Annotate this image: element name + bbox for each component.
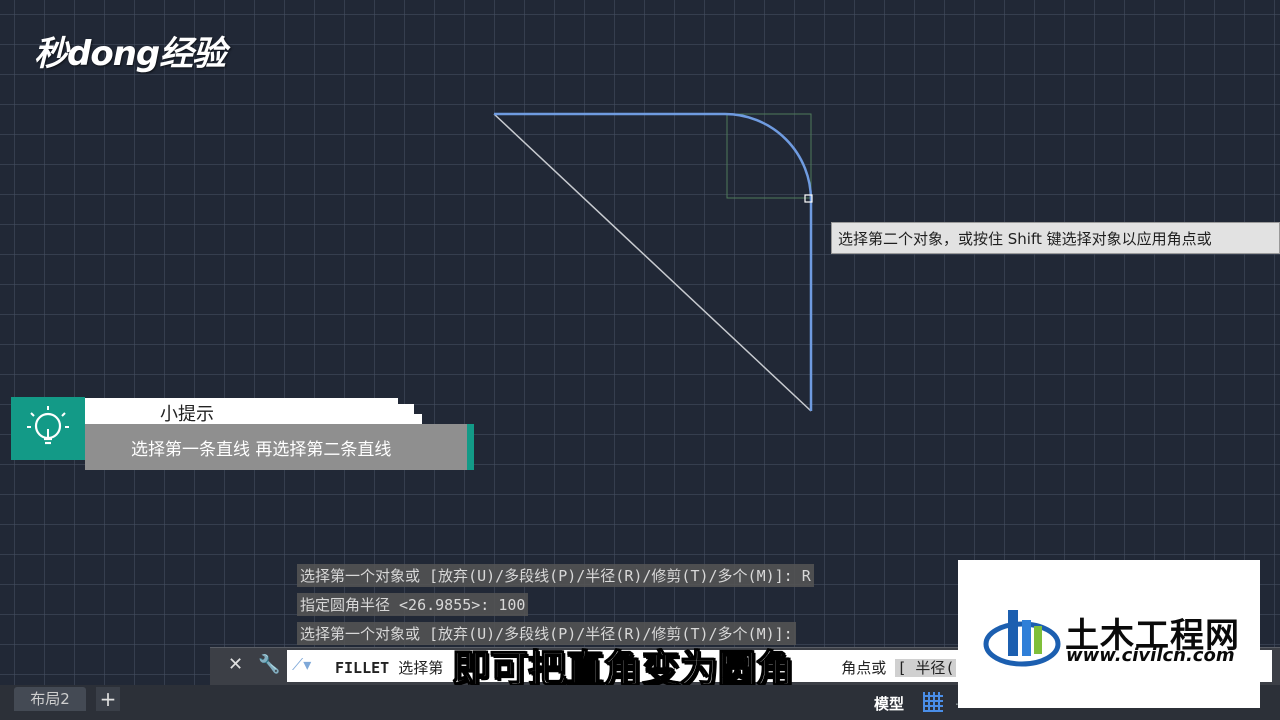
tab-layout2[interactable]: 布局2 <box>14 687 86 711</box>
grid-icon[interactable] <box>923 692 943 712</box>
command-name: FILLET <box>335 659 390 677</box>
close-icon[interactable]: ✕ <box>228 654 243 675</box>
tip-icon-box <box>11 397 85 460</box>
tip-accent-bar <box>467 424 474 470</box>
command-prompt-end: 角点或 <box>841 659 887 677</box>
command-history-line-2: 指定圆角半径 <26.9855>: 100 <box>297 593 529 616</box>
command-option-radius[interactable]: [ 半径( <box>895 659 957 677</box>
command-history-line-1: 选择第一个对象或 [放弃(U)/多段线(P)/半径(R)/修剪(T)/多个(M)… <box>297 564 814 587</box>
tip-title-bar <box>85 398 398 424</box>
model-space-button[interactable]: 模型 <box>874 693 904 714</box>
lightbulb-icon <box>27 406 69 445</box>
add-tab-button[interactable]: + <box>96 687 120 711</box>
command-tooltip: 选择第二个对象，或按住 Shift 键选择对象以应用角点或 <box>831 222 1280 254</box>
command-icon[interactable]: ⟋▾ <box>292 655 322 675</box>
civilcn-url: www.civilcn.com <box>1066 645 1235 666</box>
wrench-icon[interactable]: 🔧 <box>258 654 280 675</box>
command-prompt-start: 选择第 <box>398 659 444 677</box>
tip-decoration-small <box>414 414 422 424</box>
tip-title: 小提示 <box>160 404 214 425</box>
tip-body: 选择第一条直线 再选择第二条直线 <box>85 424 467 470</box>
diagonal-line[interactable] <box>493 113 812 412</box>
tip-decoration <box>398 404 414 424</box>
